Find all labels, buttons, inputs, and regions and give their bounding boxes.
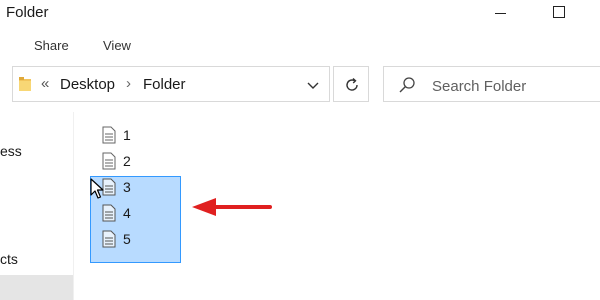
file-item-selected[interactable]: 3 [102,176,182,198]
document-icon [102,204,116,222]
nav-item-objects[interactable]: cts [0,251,18,267]
file-item[interactable]: 2 [102,150,182,172]
ribbon: Share View [0,28,600,62]
breadcrumb-overflow[interactable]: « [41,75,49,92]
refresh-button[interactable] [333,66,369,102]
breadcrumb-folder[interactable]: Folder [143,76,186,93]
file-name: 3 [123,179,131,195]
nav-item-quick-access[interactable]: ess [0,143,22,159]
breadcrumb-separator[interactable]: › [126,75,131,92]
mouse-cursor-icon [90,178,104,199]
file-name: 1 [123,127,131,143]
file-item-selected[interactable]: 5 [102,228,182,250]
arrow-left-icon [192,198,272,216]
document-icon [102,152,116,170]
file-name: 2 [123,153,131,169]
file-item-selected[interactable]: 4 [102,202,182,224]
search-input[interactable] [430,75,594,97]
search-box[interactable] [383,66,600,102]
breadcrumb-desktop[interactable]: Desktop [60,76,115,93]
window-title: Folder [6,4,49,21]
file-item[interactable]: 1 [102,124,182,146]
file-name: 4 [123,205,131,221]
title-bar: Folder [0,0,600,28]
document-icon [102,178,116,196]
document-icon [102,230,116,248]
minimize-button[interactable] [476,0,522,28]
document-icon [102,126,116,144]
nav-item-selected[interactable] [0,275,73,300]
file-list: 1 2 3 4 5 [74,112,600,300]
address-bar[interactable]: « Desktop › Folder [12,66,330,102]
folder-icon [19,77,31,91]
maximize-button[interactable] [536,0,582,28]
refresh-icon [346,77,358,91]
tab-share[interactable]: Share [34,38,69,53]
navigation-pane: ess cts [0,112,74,300]
chevron-down-icon[interactable] [305,77,321,93]
file-name: 5 [123,231,131,247]
search-icon [398,76,416,99]
tab-view[interactable]: View [103,38,131,53]
